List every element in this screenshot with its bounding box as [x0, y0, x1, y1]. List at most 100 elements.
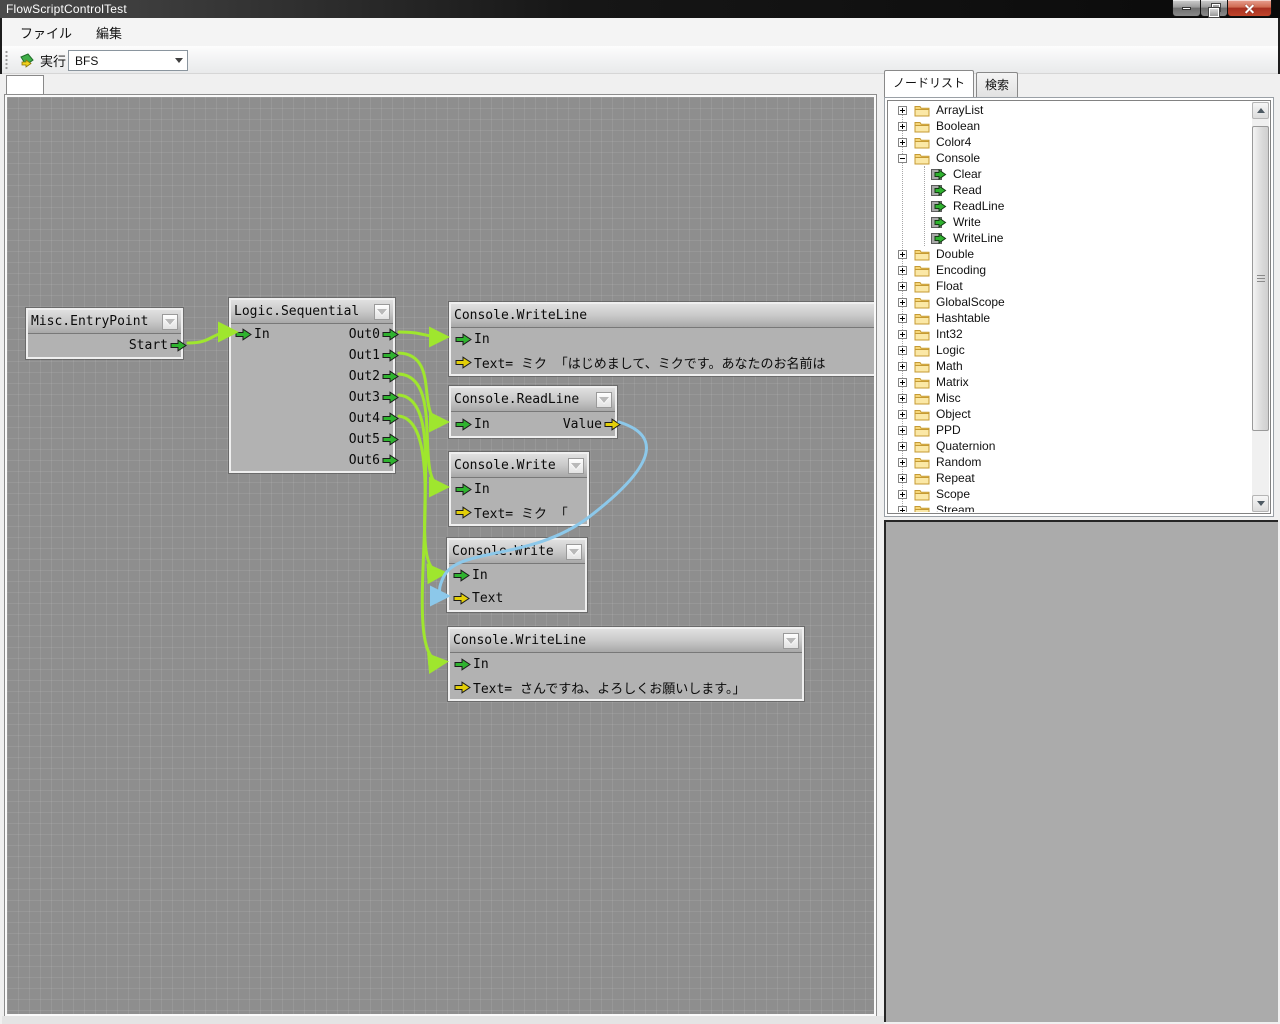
tree-item-read[interactable]: Read	[889, 182, 1252, 198]
expand-icon[interactable]	[898, 378, 907, 387]
port-text[interactable]: Text= さんですね、よろしくお願いします。」	[452, 678, 746, 697]
expand-icon[interactable]	[898, 122, 907, 131]
close-button[interactable]	[1227, 0, 1272, 17]
tree-item-double[interactable]: Double	[889, 246, 1252, 262]
tab-node-list[interactable]: ノードリスト	[884, 70, 974, 97]
graph-canvas[interactable]: Misc.EntryPoint Start Logic.Sequent	[5, 95, 876, 1016]
port-out4[interactable]: Out4	[349, 411, 391, 426]
toolbar-grip[interactable]	[5, 50, 8, 70]
port-out2[interactable]: Out2	[349, 369, 391, 384]
chevron-down-icon[interactable]	[162, 314, 178, 330]
minimize-button[interactable]	[1172, 0, 1201, 17]
expand-icon[interactable]	[898, 346, 907, 355]
tree-item-encoding[interactable]: Encoding	[889, 262, 1252, 278]
tree-item-repeat[interactable]: Repeat	[889, 470, 1252, 486]
expand-icon[interactable]	[898, 490, 907, 499]
node-logic-sequential[interactable]: Logic.Sequential In Out0	[229, 298, 395, 473]
port-out1[interactable]: Out1	[349, 348, 391, 363]
expand-icon[interactable]	[898, 330, 907, 339]
chevron-down-icon[interactable]	[783, 633, 799, 649]
node-header[interactable]: Console.Write	[451, 454, 587, 478]
expand-icon[interactable]	[898, 458, 907, 467]
scrollbar-thumb[interactable]	[1252, 126, 1269, 431]
port-out5[interactable]: Out5	[349, 432, 391, 447]
menu-file[interactable]: ファイル	[8, 19, 84, 46]
chevron-down-icon[interactable]	[566, 544, 582, 560]
node-console-writeline-1[interactable]: Console.WriteLine In Text= ミク 「はじめまして、ミク…	[449, 302, 876, 376]
chevron-down-icon[interactable]	[374, 304, 390, 320]
node-console-write-2[interactable]: Console.Write In Text	[447, 538, 587, 612]
tree-item-write[interactable]: Write	[889, 214, 1252, 230]
port-text[interactable]: Text	[451, 591, 503, 606]
tree-item-hashtable[interactable]: Hashtable	[889, 310, 1252, 326]
tree-item-stream[interactable]: Stream	[889, 502, 1252, 512]
port-out3[interactable]: Out3	[349, 390, 391, 405]
tree-item-int32[interactable]: Int32	[889, 326, 1252, 342]
tree-item-quaternion[interactable]: Quaternion	[889, 438, 1252, 454]
scroll-down-button[interactable]	[1252, 495, 1269, 512]
expand-icon[interactable]	[898, 298, 907, 307]
port-text[interactable]: Text= ミク 「はじめまして、ミクです。あなたのお名前は	[453, 353, 825, 372]
node-console-write-1[interactable]: Console.Write In Text= ミク 「	[449, 452, 589, 526]
port-in[interactable]: In	[453, 482, 490, 497]
tree-item-scope[interactable]: Scope	[889, 486, 1252, 502]
menu-edit[interactable]: 編集	[84, 19, 134, 46]
port-in[interactable]: In	[451, 568, 488, 583]
tree-item-boolean[interactable]: Boolean	[889, 118, 1252, 134]
node-console-writeline-2[interactable]: Console.WriteLine In Text= さんですね、よろしくお願い…	[448, 627, 804, 701]
expand-icon[interactable]	[898, 426, 907, 435]
expand-icon[interactable]	[898, 282, 907, 291]
expand-icon[interactable]	[898, 138, 907, 147]
tree-item-object[interactable]: Object	[889, 406, 1252, 422]
tree-scrollbar[interactable]	[1252, 102, 1269, 512]
port-in[interactable]: In	[233, 327, 270, 342]
expand-icon[interactable]	[898, 314, 907, 323]
expand-icon[interactable]	[898, 362, 907, 371]
port-in[interactable]: In	[452, 657, 489, 672]
chevron-down-icon[interactable]	[596, 392, 612, 408]
chevron-down-icon[interactable]	[170, 51, 187, 70]
tree-item-math[interactable]: Math	[889, 358, 1252, 374]
port-in[interactable]: In	[453, 417, 490, 432]
tree-item-float[interactable]: Float	[889, 278, 1252, 294]
node-header[interactable]: Logic.Sequential	[231, 300, 393, 324]
title-bar[interactable]: FlowScriptControlTest	[0, 0, 1280, 18]
node-header[interactable]: Misc.EntryPoint	[28, 310, 181, 334]
expand-icon[interactable]	[898, 442, 907, 451]
node-header[interactable]: Console.WriteLine	[451, 304, 876, 328]
port-text[interactable]: Text= ミク 「	[453, 503, 568, 522]
restore-button[interactable]	[1200, 0, 1228, 17]
tree-item-ppd[interactable]: PPD	[889, 422, 1252, 438]
run-button[interactable]: 実行	[14, 49, 70, 71]
node-console-readline[interactable]: Console.ReadLine In Value	[449, 386, 617, 438]
tree-item-console[interactable]: Console	[889, 150, 1252, 166]
expand-icon[interactable]	[898, 474, 907, 483]
collapse-icon[interactable]	[898, 154, 907, 163]
expand-icon[interactable]	[898, 506, 907, 513]
mode-combobox[interactable]: BFS	[68, 50, 188, 71]
expand-icon[interactable]	[898, 394, 907, 403]
tree-item-random[interactable]: Random	[889, 454, 1252, 470]
expand-icon[interactable]	[898, 410, 907, 419]
chevron-down-icon[interactable]	[568, 458, 584, 474]
port-start-out[interactable]: Start	[129, 338, 179, 353]
tree-item-matrix[interactable]: Matrix	[889, 374, 1252, 390]
tree-item-writeline[interactable]: WriteLine	[889, 230, 1252, 246]
node-header[interactable]: Console.Write	[449, 540, 585, 564]
tree-item-logic[interactable]: Logic	[889, 342, 1252, 358]
node-header[interactable]: Console.WriteLine	[450, 629, 802, 653]
node-header[interactable]: Console.ReadLine	[451, 388, 615, 412]
expand-icon[interactable]	[898, 250, 907, 259]
expand-icon[interactable]	[898, 266, 907, 275]
tab-search[interactable]: 検索	[976, 72, 1018, 97]
tree-item-arraylist[interactable]: ArrayList	[889, 102, 1252, 118]
node-misc-entrypoint[interactable]: Misc.EntryPoint Start	[26, 308, 183, 359]
tree-item-color4[interactable]: Color4	[889, 134, 1252, 150]
scroll-up-button[interactable]	[1252, 102, 1269, 119]
port-in[interactable]: In	[453, 332, 490, 347]
tree-item-readline[interactable]: ReadLine	[889, 198, 1252, 214]
tree-item-clear[interactable]: Clear	[889, 166, 1252, 182]
tree-item-globalscope[interactable]: GlobalScope	[889, 294, 1252, 310]
tree-item-misc[interactable]: Misc	[889, 390, 1252, 406]
expand-icon[interactable]	[898, 106, 907, 115]
